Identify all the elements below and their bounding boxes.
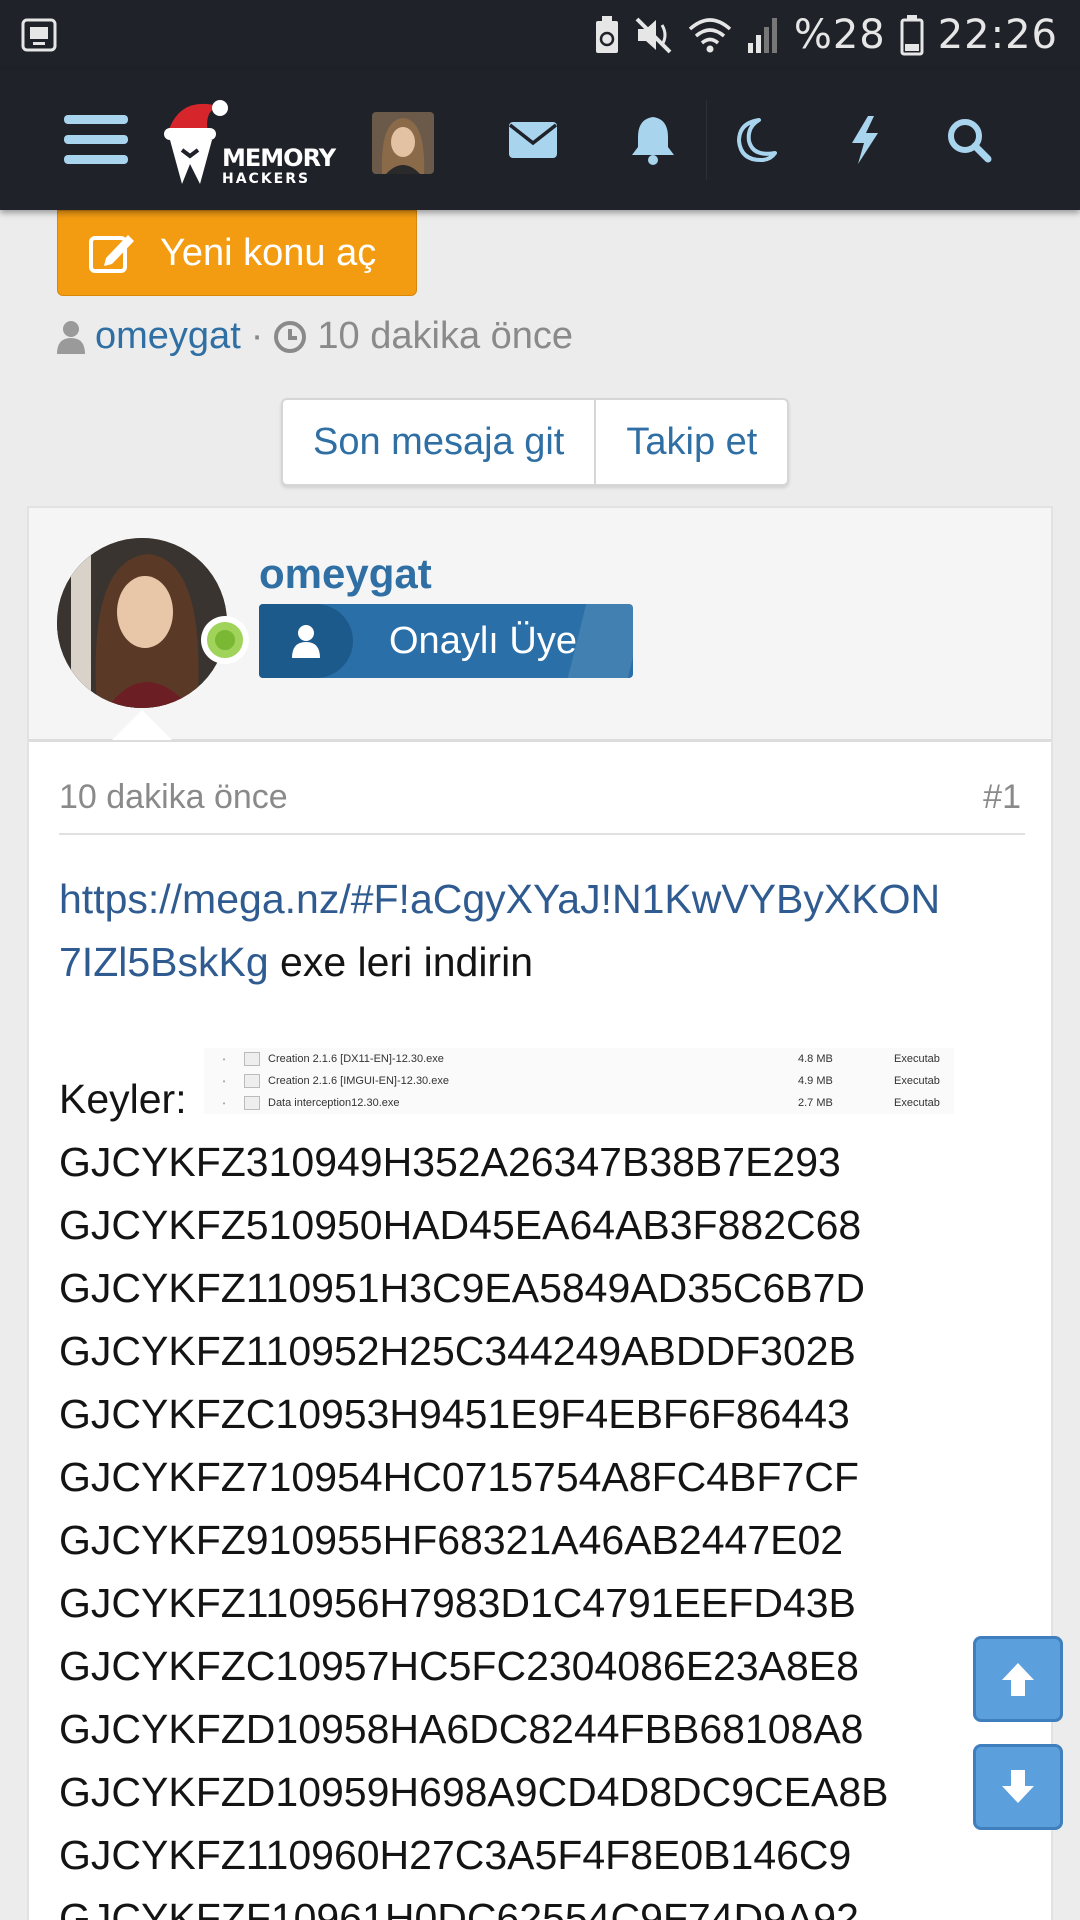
key-line: GJCYKFZF10961H0DC62554C9F74D9A92	[59, 1895, 859, 1920]
bolt-icon	[852, 116, 878, 164]
avatar	[372, 112, 434, 174]
user-panel-pointer	[112, 710, 172, 740]
site-logo[interactable]: MEMORY HACKERS	[160, 92, 350, 202]
key-line: GJCYKFZD10958HA6DC8244FBB68108A8	[59, 1706, 864, 1752]
post-user-panel: omeygat Onaylı Üye	[29, 508, 1051, 742]
keys-label: Keyler:	[59, 1076, 187, 1122]
key-line: GJCYKFZ110952H25C344249ABDDF302B	[59, 1328, 856, 1374]
attachment-file-row: • Creation 2.1.6 [DX11-EN]-12.30.exe 4.8…	[222, 1052, 940, 1066]
notifications-button[interactable]	[620, 70, 686, 210]
file-icon	[244, 1052, 260, 1066]
user-icon	[292, 625, 320, 658]
battery-icon	[900, 15, 924, 56]
scroll-to-bottom-button[interactable]	[973, 1744, 1063, 1830]
new-thread-label: Yeni konu aç	[160, 231, 377, 274]
key-line: GJCYKFZ110956H7983D1C4791EEFD43B	[59, 1580, 856, 1626]
menu-button[interactable]	[54, 70, 138, 210]
key-line: GJCYKFZ910955HF68321A46AB2447E02	[59, 1517, 844, 1563]
thread-meta: omeygat · 10 dakika önce	[57, 315, 573, 358]
wifi-icon	[688, 18, 731, 53]
post-author-avatar[interactable]	[57, 538, 227, 708]
bell-icon	[632, 117, 674, 165]
new-thread-button[interactable]: Yeni konu aç	[57, 210, 417, 296]
battery-saver-icon	[595, 16, 618, 53]
clock-icon	[274, 320, 307, 353]
moon-icon	[737, 118, 777, 163]
header-divider	[706, 100, 707, 180]
key-line: GJCYKFZ110951H3C9EA5849AD35C6B7D	[59, 1265, 866, 1311]
post-author-name[interactable]: omeygat	[259, 550, 432, 598]
rank-label: Onaylı Üye	[389, 619, 577, 662]
thread-author-link[interactable]: omeygat	[95, 315, 241, 358]
header-user-avatar[interactable]	[372, 112, 434, 174]
post-content: https://mega.nz/#F!aCgyXYaJ!N1KwVYByXKON…	[59, 868, 1029, 994]
follow-button[interactable]: Takip et	[596, 400, 787, 484]
clock-time: 22:26	[937, 12, 1058, 58]
key-line: GJCYKFZ510950HAD45EA64AB3F882C68	[59, 1202, 862, 1248]
mega-link-continued[interactable]: 7IZl5BskKg	[59, 939, 269, 985]
logo-text-memory: MEMORY	[222, 144, 336, 172]
theme-toggle-button[interactable]	[722, 70, 788, 210]
key-line: GJCYKFZD10959H698A9CD4D8DC9CEA8B	[59, 1769, 889, 1815]
thread-button-group: Son mesaja git Takip et	[281, 398, 790, 486]
edit-icon	[89, 235, 134, 273]
key-line: GJCYKFZC10953H9451E9F4EBF6F86443	[59, 1391, 850, 1437]
key-line: GJCYKFZC10957HC5FC2304086E23A8E8	[59, 1643, 859, 1689]
avatar	[57, 538, 227, 708]
mega-link[interactable]: https://mega.nz/#F!aCgyXYaJ!N1KwVYByXKON	[59, 876, 940, 922]
mute-icon	[635, 17, 672, 54]
whats-new-button[interactable]	[832, 70, 898, 210]
menu-icon	[64, 115, 128, 164]
user-icon	[57, 320, 85, 354]
site-header: MEMORY HACKERS	[0, 70, 1080, 210]
messages-button[interactable]	[500, 70, 566, 210]
status-bar: %28 22:26	[0, 0, 1080, 70]
signal-icon	[747, 18, 777, 53]
post-date[interactable]: 10 dakika önce	[59, 778, 288, 817]
meta-separator: ·	[250, 315, 264, 357]
arrow-up-icon	[1002, 1663, 1034, 1696]
key-line: GJCYKFZ710954HC0715754A8FC4BF7CF	[59, 1454, 859, 1500]
envelope-icon	[508, 122, 558, 158]
post-permalink[interactable]: #1	[983, 778, 1021, 817]
screenshot-icon	[21, 18, 57, 52]
key-line: GJCYKFZ310949H352A26347B38B7E293	[59, 1139, 841, 1185]
post-divider	[59, 833, 1025, 835]
search-icon	[948, 119, 992, 163]
user-rank-badge: Onaylı Üye	[259, 604, 633, 678]
rank-stripe	[567, 604, 633, 678]
last-post-button[interactable]: Son mesaja git	[283, 400, 594, 484]
scroll-to-top-button[interactable]	[973, 1636, 1063, 1722]
key-line: GJCYKFZ110960H27C3A5F4F8E0B146C9	[59, 1832, 852, 1878]
online-status-indicator	[201, 616, 249, 664]
arrow-down-icon	[1002, 1770, 1034, 1803]
battery-percent: %28	[793, 12, 886, 58]
logo-text-hackers: HACKERS	[222, 171, 311, 187]
thread-time: 10 dakika önce	[317, 315, 574, 357]
post: omeygat Onaylı Üye 10 dakika önce #1 htt…	[27, 506, 1053, 1920]
download-instruction: exe leri indirin	[268, 939, 533, 985]
search-button[interactable]	[936, 70, 1002, 210]
keys-block: Keyler: GJCYKFZ310949H352A26347B38B7E293…	[59, 1068, 888, 1920]
